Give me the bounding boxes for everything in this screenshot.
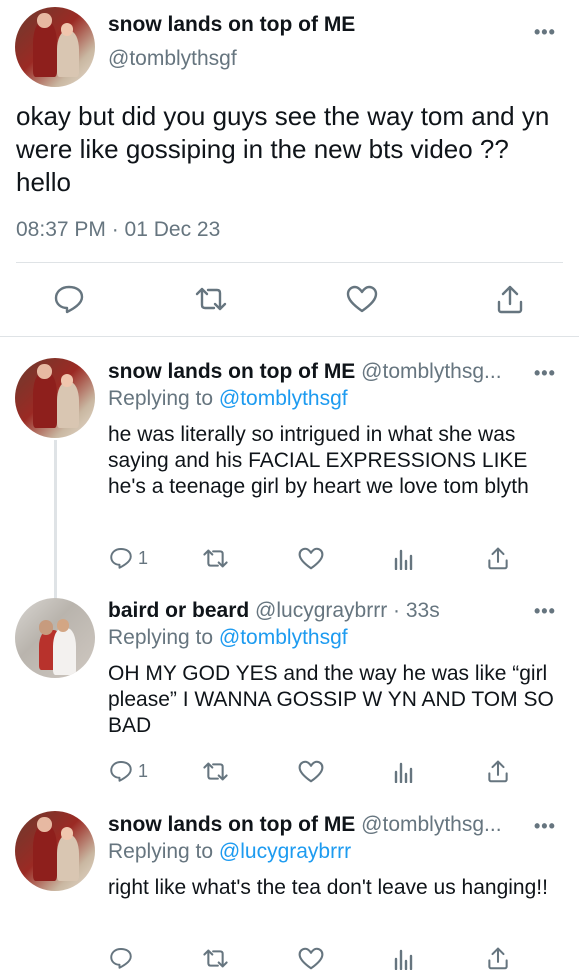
tweet-text: okay but did you guys see the way tom an…	[16, 101, 550, 197]
reply-text: he was literally so intrigued in what sh…	[108, 423, 529, 498]
replying-to-link[interactable]: @lucygraybrrr	[219, 840, 351, 863]
avatar[interactable]	[15, 358, 95, 438]
reply-count: 1	[138, 547, 149, 568]
author-handle[interactable]: @lucygraybrrr · 33s	[255, 599, 440, 622]
replying-to-label: Replying to	[108, 387, 214, 410]
author-name[interactable]: baird or beard	[108, 599, 249, 622]
thread-line	[54, 440, 57, 600]
like-icon[interactable]	[298, 547, 324, 570]
analytics-icon[interactable]	[393, 760, 415, 783]
author-handle[interactable]: @tomblythsg...	[361, 360, 501, 383]
divider	[16, 262, 563, 263]
retweet-icon[interactable]	[202, 761, 229, 782]
reply-text: right like what's the tea don't leave us…	[108, 876, 548, 899]
replying-to-link[interactable]: @tomblythsgf	[219, 626, 348, 649]
share-icon[interactable]	[487, 546, 509, 570]
author-name[interactable]: snow lands on top of ME	[108, 360, 355, 383]
replying-to-label: Replying to	[108, 626, 214, 649]
share-icon[interactable]	[487, 759, 509, 783]
tweet-timestamp: 08:37 PM · 01 Dec 23	[16, 218, 221, 241]
share-icon[interactable]	[496, 284, 524, 314]
reply-icon[interactable]	[109, 946, 133, 970]
author-name[interactable]: snow lands on top of ME	[108, 13, 355, 37]
retweet-icon[interactable]	[202, 548, 229, 569]
avatar[interactable]	[15, 598, 95, 678]
more-options-icon[interactable]: •••	[534, 601, 556, 622]
divider	[0, 336, 579, 337]
replying-to-label: Replying to	[108, 840, 214, 863]
like-icon[interactable]	[298, 760, 324, 783]
reply-icon[interactable]: 1	[109, 546, 148, 570]
avatar[interactable]	[15, 7, 95, 87]
share-icon[interactable]	[487, 946, 509, 970]
retweet-icon[interactable]	[202, 948, 229, 969]
avatar[interactable]	[15, 811, 95, 891]
analytics-icon[interactable]	[393, 947, 415, 970]
more-options-icon[interactable]: •••	[534, 22, 556, 43]
like-icon[interactable]	[346, 285, 378, 313]
analytics-icon[interactable]	[393, 547, 415, 570]
retweet-icon[interactable]	[194, 286, 228, 312]
reply-icon[interactable]: 1	[109, 759, 148, 783]
like-icon[interactable]	[298, 947, 324, 970]
more-options-icon[interactable]: •••	[534, 816, 556, 837]
reply-count: 1	[138, 760, 149, 781]
more-options-icon[interactable]: •••	[534, 363, 556, 384]
reply-text: OH MY GOD YES and the way he was like “g…	[108, 662, 554, 737]
author-handle[interactable]: @tomblythsg...	[361, 813, 501, 836]
replying-to-link[interactable]: @tomblythsgf	[219, 387, 348, 410]
reply-icon[interactable]	[53, 284, 85, 314]
author-handle[interactable]: @tomblythsgf	[108, 47, 237, 71]
author-name[interactable]: snow lands on top of ME	[108, 813, 355, 836]
